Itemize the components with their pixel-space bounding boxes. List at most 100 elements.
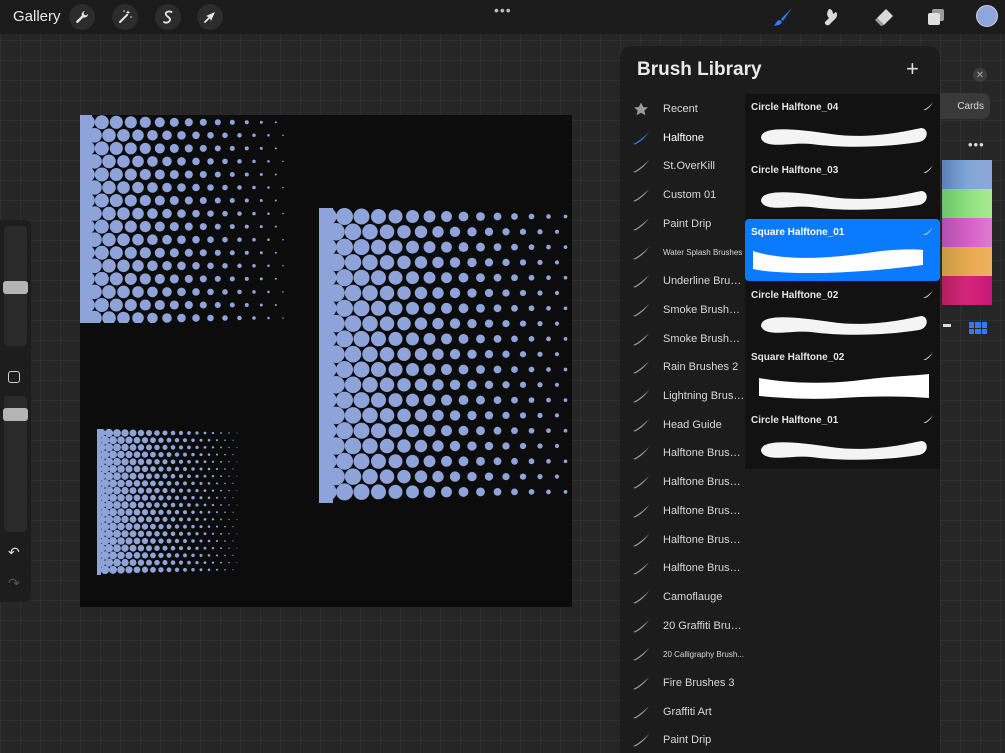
more-options-icon[interactable]: ••• bbox=[494, 2, 512, 18]
halftone-dot bbox=[335, 452, 354, 470]
halftone-dot bbox=[125, 523, 133, 531]
brush-set-item[interactable]: St.OverKill bbox=[620, 155, 745, 177]
halftone-dot bbox=[170, 430, 176, 436]
palette-grid-icon[interactable] bbox=[969, 322, 987, 334]
halftone-dot bbox=[406, 454, 419, 468]
halftone-dot bbox=[195, 517, 199, 522]
halftone-dot bbox=[458, 242, 469, 253]
halftone-dot bbox=[237, 315, 242, 321]
brush-set-item[interactable]: Halftone Brushes 5 bbox=[620, 442, 745, 464]
add-brush-set-button[interactable]: + bbox=[906, 56, 919, 82]
halftone-dot bbox=[87, 154, 102, 169]
halftone-dot bbox=[150, 494, 156, 501]
brush-card[interactable]: Circle Halftone_02 bbox=[745, 282, 940, 344]
halftone-dot bbox=[104, 558, 114, 567]
gallery-button[interactable]: Gallery bbox=[13, 8, 61, 25]
halftone-dot bbox=[319, 482, 337, 501]
halftone-dot bbox=[215, 453, 219, 456]
halftone-dot bbox=[191, 568, 195, 572]
selection-s-icon[interactable] bbox=[155, 4, 181, 30]
brush-set-item[interactable]: Lightning Brushes bbox=[620, 385, 745, 407]
halftone-dot bbox=[467, 349, 477, 359]
brush-set-item[interactable]: Smoke Brushes 4 bbox=[620, 328, 745, 350]
halftone-dot bbox=[166, 509, 172, 515]
halftone-dot bbox=[502, 258, 510, 267]
brush-icon[interactable] bbox=[771, 5, 795, 29]
wrench-icon[interactable] bbox=[69, 4, 95, 30]
halftone-dot bbox=[554, 321, 560, 326]
brush-set-label: Halftone Brushes 5 bbox=[663, 447, 745, 460]
halftone-dot bbox=[100, 565, 110, 575]
halftone-dot bbox=[146, 545, 152, 552]
brush-card[interactable]: Circle Halftone_01 bbox=[745, 407, 940, 469]
brush-set-item[interactable]: Underline Brushes 3 bbox=[620, 270, 745, 292]
brush-set-item[interactable]: Recent bbox=[620, 98, 745, 120]
halftone-dot bbox=[203, 474, 207, 478]
brush-set-item[interactable]: Head Guide bbox=[620, 414, 745, 436]
palette-cards-tab[interactable]: Cards bbox=[940, 93, 990, 119]
halftone-dot bbox=[117, 508, 125, 517]
brush-set-item[interactable]: Graffiti Art bbox=[620, 701, 745, 723]
halftone-dot bbox=[109, 167, 123, 182]
color-swatch[interactable] bbox=[942, 189, 992, 218]
brush-card[interactable]: Square Halftone_02 bbox=[745, 344, 940, 406]
brush-size-handle[interactable] bbox=[3, 281, 28, 294]
halftone-dot bbox=[199, 467, 203, 471]
brush-set-item[interactable]: Halftone bbox=[620, 127, 745, 149]
brush-card[interactable]: Square Halftone_01 bbox=[745, 219, 940, 281]
brush-stroke-icon bbox=[633, 504, 649, 518]
halftone-dot bbox=[484, 258, 494, 267]
brush-set-item[interactable]: Smoke Brushes 12 bbox=[620, 299, 745, 321]
redo-icon[interactable]: ↷ bbox=[8, 575, 20, 592]
transform-arrow-icon[interactable] bbox=[197, 4, 223, 30]
undo-icon[interactable]: ↶ bbox=[8, 544, 20, 561]
brush-set-item[interactable]: Halftone Brushes 4 bbox=[620, 471, 745, 493]
brush-set-item[interactable]: Paint Drip bbox=[620, 213, 745, 235]
color-swatch[interactable] bbox=[942, 160, 992, 189]
color-swatch[interactable] bbox=[942, 218, 992, 247]
halftone-dot bbox=[237, 185, 242, 190]
current-color-swatch[interactable] bbox=[976, 5, 998, 27]
layers-icon[interactable] bbox=[924, 5, 948, 29]
halftone-dot bbox=[244, 120, 249, 125]
brush-set-item[interactable]: 20 Graffiti Brushes bbox=[620, 615, 745, 637]
halftone-dot bbox=[222, 132, 228, 139]
brush-set-item[interactable]: Paint Drip bbox=[620, 729, 745, 751]
halftone-dot bbox=[511, 243, 518, 251]
modify-button[interactable] bbox=[8, 371, 20, 383]
brush-card[interactable]: Circle Halftone_04 bbox=[745, 94, 940, 156]
brush-set-item[interactable]: Halftone Brushes 2 bbox=[620, 529, 745, 551]
brush-card[interactable]: Circle Halftone_03 bbox=[745, 157, 940, 219]
brush-set-item[interactable]: Halftone Brushes 3 bbox=[620, 500, 745, 522]
palette-more-icon[interactable]: ••• bbox=[968, 137, 985, 152]
brush-set-item[interactable]: Water Splash Brushes bbox=[620, 242, 745, 264]
halftone-dot bbox=[154, 195, 165, 206]
brush-set-item[interactable]: Halftone Brushes 1 bbox=[620, 557, 745, 579]
brush-set-item[interactable]: Custom 01 bbox=[620, 184, 745, 206]
opacity-handle[interactable] bbox=[3, 408, 28, 421]
smudge-icon[interactable] bbox=[820, 5, 844, 29]
magic-wand-icon[interactable] bbox=[112, 4, 138, 30]
halftone-dot bbox=[170, 488, 176, 493]
brush-set-item[interactable]: Rain Brushes 2 bbox=[620, 356, 745, 378]
brush-set-item[interactable]: 20 Calligraphy Brush... bbox=[620, 643, 745, 665]
drawing-canvas[interactable] bbox=[80, 115, 572, 607]
eraser-icon[interactable] bbox=[872, 5, 896, 29]
brush-set-item[interactable]: Camoflauge bbox=[620, 586, 745, 608]
color-swatch[interactable] bbox=[942, 276, 992, 305]
halftone-dot bbox=[125, 465, 133, 473]
halftone-dot bbox=[432, 226, 444, 238]
halftone-dot bbox=[195, 488, 199, 493]
halftone-dot bbox=[406, 240, 419, 254]
color-swatch[interactable] bbox=[942, 247, 992, 276]
halftone-dot bbox=[94, 245, 109, 260]
brush-set-item[interactable]: Fire Brushes 3 bbox=[620, 672, 745, 694]
halftone-dot bbox=[104, 529, 114, 538]
halftone-dot bbox=[162, 261, 172, 271]
close-icon[interactable]: ✕ bbox=[973, 68, 987, 82]
halftone-dot bbox=[379, 408, 395, 423]
halftone-dot bbox=[528, 213, 535, 220]
halftone-dot bbox=[388, 454, 403, 469]
halftone-dot bbox=[80, 140, 95, 156]
halftone-dot bbox=[236, 475, 238, 477]
